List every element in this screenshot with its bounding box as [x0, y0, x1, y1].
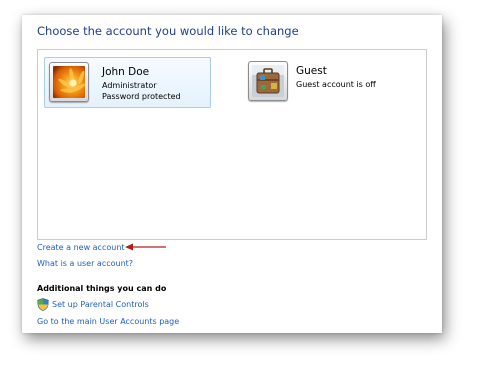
- what-is-user-account-link[interactable]: What is a user account?: [37, 259, 133, 268]
- account-name: John Doe: [102, 66, 150, 78]
- additional-things-heading: Additional things you can do: [37, 284, 167, 293]
- account-tile-john-doe[interactable]: John Doe Administrator Password protecte…: [44, 57, 211, 108]
- shield-icon: [37, 298, 49, 311]
- suitcase-icon: [252, 65, 284, 97]
- page-title: Choose the account you would like to cha…: [37, 24, 299, 38]
- account-status: Password protected: [102, 92, 181, 101]
- account-type: Administrator: [102, 81, 157, 90]
- account-name: Guest: [296, 65, 327, 77]
- account-tile-guest[interactable]: Guest Guest account is off: [248, 57, 408, 108]
- accounts-list: John Doe Administrator Password protecte…: [37, 49, 427, 240]
- red-arrow-annotation-icon: [125, 243, 166, 251]
- account-picture-frame: [248, 61, 288, 101]
- create-new-account-link[interactable]: Create a new account: [37, 243, 125, 252]
- parental-controls-link[interactable]: Set up Parental Controls: [52, 300, 149, 309]
- orange-flower-icon: [53, 66, 85, 98]
- user-accounts-panel: Choose the account you would like to cha…: [22, 15, 442, 333]
- account-status: Guest account is off: [296, 80, 376, 89]
- main-user-accounts-link[interactable]: Go to the main User Accounts page: [37, 317, 179, 326]
- account-picture-frame: [49, 62, 89, 102]
